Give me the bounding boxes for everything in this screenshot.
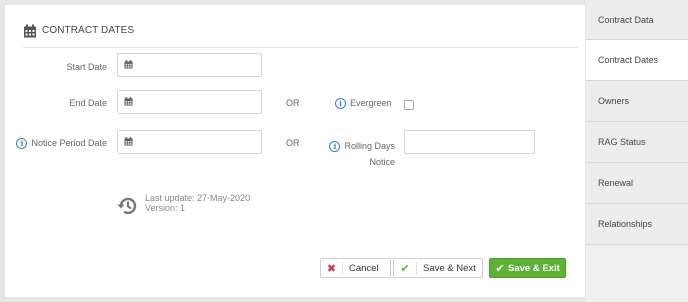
calendar-icon: [124, 97, 133, 106]
or-label: OR: [286, 138, 300, 148]
calendar-icon: [24, 24, 36, 38]
save-next-button[interactable]: ✔ Save & Next: [393, 258, 483, 278]
save-exit-button[interactable]: ✔ Save & Exit: [489, 258, 566, 278]
info-icon[interactable]: i: [335, 98, 346, 110]
rolling-days-notice-input[interactable]: [404, 130, 535, 154]
sidebar-item-owners[interactable]: Owners: [586, 81, 688, 122]
notice-period-date-label: i Notice Period Date: [15, 138, 107, 150]
cancel-button[interactable]: ✖ Cancel: [320, 258, 391, 278]
or-label: OR: [286, 98, 300, 108]
sidebar: Contract Data Contract Dates Owners RAG …: [586, 0, 688, 302]
version-text: Version: 1: [145, 203, 186, 213]
calendar-icon: [124, 60, 133, 69]
sidebar-item-contract-data[interactable]: Contract Data: [586, 0, 688, 40]
last-update-text: Last update: 27-May-2020: [145, 193, 251, 203]
check-icon: ✔: [495, 262, 505, 275]
start-date-input[interactable]: [117, 53, 262, 77]
evergreen-checkbox[interactable]: [404, 100, 414, 110]
section-title: CONTRACT DATES: [42, 25, 135, 36]
sidebar-item-contract-dates[interactable]: Contract Dates: [586, 40, 688, 81]
contract-dates-panel: CONTRACT DATES Start Date End Date OR iE…: [5, 5, 585, 297]
sidebar-item-renewal[interactable]: Renewal: [586, 163, 688, 204]
evergreen-label: i Evergreen: [335, 98, 395, 110]
check-icon: ✔: [394, 261, 417, 275]
close-icon: ✖: [321, 261, 343, 275]
info-icon[interactable]: i: [16, 138, 28, 150]
sidebar-item-rag-status[interactable]: RAG Status: [586, 122, 688, 163]
rolling-days-notice-label: i Rolling Days Notice: [327, 138, 395, 170]
info-icon[interactable]: i: [329, 141, 341, 153]
calendar-icon: [124, 137, 133, 146]
end-date-input[interactable]: [117, 90, 262, 114]
notice-period-date-input[interactable]: [117, 130, 262, 154]
section-header: CONTRACT DATES: [23, 19, 578, 48]
history-icon: [117, 197, 137, 215]
start-date-label: Start Date: [66, 62, 107, 72]
end-date-label: End Date: [69, 98, 107, 108]
sidebar-item-relationships[interactable]: Relationships: [586, 204, 688, 245]
